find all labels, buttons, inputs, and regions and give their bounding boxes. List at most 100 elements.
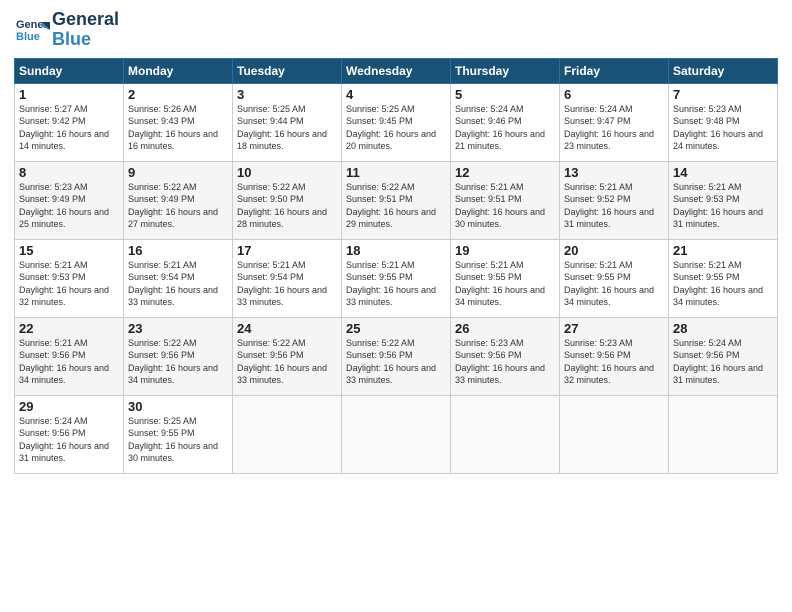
day-cell: 29Sunrise: 5:24 AMSunset: 9:56 PMDayligh… [15, 395, 124, 473]
day-cell: 26Sunrise: 5:23 AMSunset: 9:56 PMDayligh… [451, 317, 560, 395]
day-cell: 12Sunrise: 5:21 AMSunset: 9:51 PMDayligh… [451, 161, 560, 239]
calendar-table: Sunday Monday Tuesday Wednesday Thursday… [14, 58, 778, 474]
calendar-body: 1Sunrise: 5:27 AMSunset: 9:42 PMDaylight… [15, 83, 778, 473]
logo-text: General Blue [52, 10, 119, 50]
day-info: Sunrise: 5:23 AMSunset: 9:49 PMDaylight:… [19, 181, 119, 231]
day-number: 7 [673, 87, 773, 102]
day-info: Sunrise: 5:21 AMSunset: 9:53 PMDaylight:… [19, 259, 119, 309]
day-cell: 11Sunrise: 5:22 AMSunset: 9:51 PMDayligh… [342, 161, 451, 239]
day-number: 4 [346, 87, 446, 102]
day-cell: 10Sunrise: 5:22 AMSunset: 9:50 PMDayligh… [233, 161, 342, 239]
day-info: Sunrise: 5:24 AMSunset: 9:56 PMDaylight:… [673, 337, 773, 387]
day-info: Sunrise: 5:23 AMSunset: 9:48 PMDaylight:… [673, 103, 773, 153]
day-number: 10 [237, 165, 337, 180]
day-cell: 18Sunrise: 5:21 AMSunset: 9:55 PMDayligh… [342, 239, 451, 317]
day-number: 6 [564, 87, 664, 102]
day-number: 3 [237, 87, 337, 102]
day-info: Sunrise: 5:24 AMSunset: 9:47 PMDaylight:… [564, 103, 664, 153]
day-info: Sunrise: 5:21 AMSunset: 9:55 PMDaylight:… [346, 259, 446, 309]
day-cell: 27Sunrise: 5:23 AMSunset: 9:56 PMDayligh… [560, 317, 669, 395]
day-info: Sunrise: 5:21 AMSunset: 9:53 PMDaylight:… [673, 181, 773, 231]
day-cell: 16Sunrise: 5:21 AMSunset: 9:54 PMDayligh… [124, 239, 233, 317]
day-info: Sunrise: 5:23 AMSunset: 9:56 PMDaylight:… [564, 337, 664, 387]
header-saturday: Saturday [669, 58, 778, 83]
day-cell [560, 395, 669, 473]
day-number: 9 [128, 165, 228, 180]
week-row-1: 8Sunrise: 5:23 AMSunset: 9:49 PMDaylight… [15, 161, 778, 239]
day-info: Sunrise: 5:21 AMSunset: 9:51 PMDaylight:… [455, 181, 555, 231]
day-cell: 24Sunrise: 5:22 AMSunset: 9:56 PMDayligh… [233, 317, 342, 395]
day-number: 18 [346, 243, 446, 258]
day-cell: 7Sunrise: 5:23 AMSunset: 9:48 PMDaylight… [669, 83, 778, 161]
day-info: Sunrise: 5:21 AMSunset: 9:55 PMDaylight:… [673, 259, 773, 309]
day-number: 5 [455, 87, 555, 102]
day-number: 29 [19, 399, 119, 414]
day-number: 26 [455, 321, 555, 336]
day-info: Sunrise: 5:21 AMSunset: 9:54 PMDaylight:… [237, 259, 337, 309]
day-cell: 15Sunrise: 5:21 AMSunset: 9:53 PMDayligh… [15, 239, 124, 317]
page: General Blue General Blue Sunday Monday … [0, 0, 792, 612]
day-info: Sunrise: 5:21 AMSunset: 9:55 PMDaylight:… [564, 259, 664, 309]
day-number: 17 [237, 243, 337, 258]
day-number: 27 [564, 321, 664, 336]
day-info: Sunrise: 5:27 AMSunset: 9:42 PMDaylight:… [19, 103, 119, 153]
day-cell: 28Sunrise: 5:24 AMSunset: 9:56 PMDayligh… [669, 317, 778, 395]
day-info: Sunrise: 5:21 AMSunset: 9:54 PMDaylight:… [128, 259, 228, 309]
day-cell: 8Sunrise: 5:23 AMSunset: 9:49 PMDaylight… [15, 161, 124, 239]
day-cell: 20Sunrise: 5:21 AMSunset: 9:55 PMDayligh… [560, 239, 669, 317]
day-cell: 14Sunrise: 5:21 AMSunset: 9:53 PMDayligh… [669, 161, 778, 239]
day-cell: 19Sunrise: 5:21 AMSunset: 9:55 PMDayligh… [451, 239, 560, 317]
day-number: 14 [673, 165, 773, 180]
day-number: 28 [673, 321, 773, 336]
day-info: Sunrise: 5:24 AMSunset: 9:56 PMDaylight:… [19, 415, 119, 465]
day-cell: 25Sunrise: 5:22 AMSunset: 9:56 PMDayligh… [342, 317, 451, 395]
header-sunday: Sunday [15, 58, 124, 83]
day-info: Sunrise: 5:22 AMSunset: 9:51 PMDaylight:… [346, 181, 446, 231]
day-cell [669, 395, 778, 473]
day-number: 12 [455, 165, 555, 180]
header-wednesday: Wednesday [342, 58, 451, 83]
day-number: 11 [346, 165, 446, 180]
day-number: 23 [128, 321, 228, 336]
day-info: Sunrise: 5:21 AMSunset: 9:56 PMDaylight:… [19, 337, 119, 387]
day-cell: 1Sunrise: 5:27 AMSunset: 9:42 PMDaylight… [15, 83, 124, 161]
day-info: Sunrise: 5:22 AMSunset: 9:49 PMDaylight:… [128, 181, 228, 231]
day-info: Sunrise: 5:22 AMSunset: 9:56 PMDaylight:… [346, 337, 446, 387]
day-number: 15 [19, 243, 119, 258]
header-thursday: Thursday [451, 58, 560, 83]
day-number: 20 [564, 243, 664, 258]
day-cell: 21Sunrise: 5:21 AMSunset: 9:55 PMDayligh… [669, 239, 778, 317]
day-number: 30 [128, 399, 228, 414]
day-number: 19 [455, 243, 555, 258]
day-info: Sunrise: 5:22 AMSunset: 9:56 PMDaylight:… [128, 337, 228, 387]
week-row-3: 22Sunrise: 5:21 AMSunset: 9:56 PMDayligh… [15, 317, 778, 395]
day-cell: 6Sunrise: 5:24 AMSunset: 9:47 PMDaylight… [560, 83, 669, 161]
day-info: Sunrise: 5:23 AMSunset: 9:56 PMDaylight:… [455, 337, 555, 387]
week-row-4: 29Sunrise: 5:24 AMSunset: 9:56 PMDayligh… [15, 395, 778, 473]
day-cell: 3Sunrise: 5:25 AMSunset: 9:44 PMDaylight… [233, 83, 342, 161]
day-info: Sunrise: 5:22 AMSunset: 9:56 PMDaylight:… [237, 337, 337, 387]
day-number: 16 [128, 243, 228, 258]
day-info: Sunrise: 5:25 AMSunset: 9:55 PMDaylight:… [128, 415, 228, 465]
header: General Blue General Blue [14, 10, 778, 50]
day-cell [233, 395, 342, 473]
day-cell [342, 395, 451, 473]
header-monday: Monday [124, 58, 233, 83]
day-number: 1 [19, 87, 119, 102]
day-cell: 4Sunrise: 5:25 AMSunset: 9:45 PMDaylight… [342, 83, 451, 161]
day-cell: 30Sunrise: 5:25 AMSunset: 9:55 PMDayligh… [124, 395, 233, 473]
svg-text:Blue: Blue [16, 31, 40, 43]
day-info: Sunrise: 5:22 AMSunset: 9:50 PMDaylight:… [237, 181, 337, 231]
day-cell: 9Sunrise: 5:22 AMSunset: 9:49 PMDaylight… [124, 161, 233, 239]
day-cell: 22Sunrise: 5:21 AMSunset: 9:56 PMDayligh… [15, 317, 124, 395]
day-info: Sunrise: 5:24 AMSunset: 9:46 PMDaylight:… [455, 103, 555, 153]
week-row-2: 15Sunrise: 5:21 AMSunset: 9:53 PMDayligh… [15, 239, 778, 317]
day-number: 22 [19, 321, 119, 336]
week-row-0: 1Sunrise: 5:27 AMSunset: 9:42 PMDaylight… [15, 83, 778, 161]
day-info: Sunrise: 5:21 AMSunset: 9:55 PMDaylight:… [455, 259, 555, 309]
day-info: Sunrise: 5:25 AMSunset: 9:44 PMDaylight:… [237, 103, 337, 153]
day-number: 25 [346, 321, 446, 336]
day-cell: 23Sunrise: 5:22 AMSunset: 9:56 PMDayligh… [124, 317, 233, 395]
day-cell: 17Sunrise: 5:21 AMSunset: 9:54 PMDayligh… [233, 239, 342, 317]
day-cell: 13Sunrise: 5:21 AMSunset: 9:52 PMDayligh… [560, 161, 669, 239]
